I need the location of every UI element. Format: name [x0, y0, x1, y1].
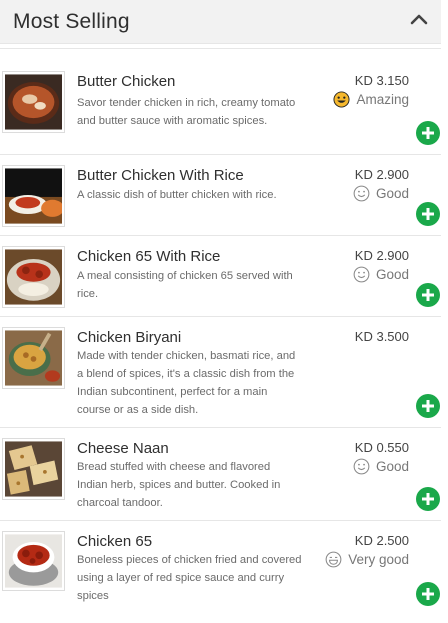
chevron-up-icon[interactable]: [410, 12, 428, 26]
product-image: [2, 71, 65, 133]
product-price: KD 3.500: [354, 329, 409, 344]
product-name: Chicken 65: [77, 533, 153, 550]
smiley-face-icon: [353, 458, 370, 475]
product-price: KD 2.900: [354, 167, 409, 182]
product-price: KD 2.500: [354, 533, 409, 548]
add-to-cart-button[interactable]: [416, 487, 440, 511]
product-image: [2, 246, 65, 308]
add-to-cart-button[interactable]: [416, 582, 440, 606]
product-rating: Good: [353, 185, 409, 202]
add-to-cart-button[interactable]: [416, 283, 440, 307]
list-item[interactable]: Chicken 65 Boneless pieces of chicken fr…: [0, 520, 441, 620]
rating-label: Good: [375, 459, 409, 474]
product-name: Butter Chicken: [77, 73, 176, 90]
list-item[interactable]: Cheese Naan Bread stuffed with cheese an…: [0, 427, 441, 520]
product-price: KD 2.900: [354, 248, 409, 263]
product-rating: Very good: [325, 551, 409, 568]
product-rating: Good: [353, 266, 409, 283]
product-image: [2, 327, 65, 389]
list-item[interactable]: Chicken Biryani Made with tender chicken…: [0, 316, 441, 427]
add-to-cart-button[interactable]: [416, 202, 440, 226]
product-description: A meal consisting of chicken 65 served w…: [77, 270, 293, 300]
product-image: [2, 165, 65, 227]
product-description: A classic dish of butter chicken with ri…: [77, 189, 277, 201]
section-header[interactable]: Most Selling: [0, 0, 441, 44]
product-price: KD 0.550: [354, 440, 409, 455]
product-description: Bread stuffed with cheese and flavored I…: [77, 461, 281, 509]
product-name: Cheese Naan: [77, 440, 169, 457]
rating-label: Very good: [348, 552, 409, 567]
rating-label: Good: [375, 186, 409, 201]
rating-label: Good: [375, 267, 409, 282]
product-price: KD 3.150: [354, 73, 409, 88]
product-name: Butter Chicken With Rice: [77, 167, 244, 184]
product-image: [2, 438, 65, 500]
product-description: Made with tender chicken, basmati rice, …: [77, 350, 296, 416]
grin-face-icon: [325, 551, 342, 568]
product-image: [2, 531, 65, 591]
product-name: Chicken 65 With Rice: [77, 248, 221, 265]
list-item[interactable]: Butter Chicken Savor tender chicken in r…: [0, 48, 441, 154]
list-item[interactable]: Chicken 65 With Rice A meal consisting o…: [0, 235, 441, 316]
add-to-cart-button[interactable]: [416, 394, 440, 418]
rating-label: Amazing: [356, 92, 409, 107]
product-description: Boneless pieces of chicken fried and cov…: [77, 554, 302, 602]
product-description: Savor tender chicken in rich, creamy tom…: [77, 97, 296, 127]
smiley-face-icon: [353, 266, 370, 283]
smiley-face-icon: [353, 185, 370, 202]
product-rating: Amazing: [333, 91, 409, 108]
amazing-face-icon: [333, 91, 350, 108]
section-title: Most Selling: [13, 10, 130, 33]
add-to-cart-button[interactable]: [416, 121, 440, 145]
list-item[interactable]: Butter Chicken With Rice A classic dish …: [0, 154, 441, 235]
product-rating: Good: [353, 458, 409, 475]
product-name: Chicken Biryani: [77, 329, 182, 346]
